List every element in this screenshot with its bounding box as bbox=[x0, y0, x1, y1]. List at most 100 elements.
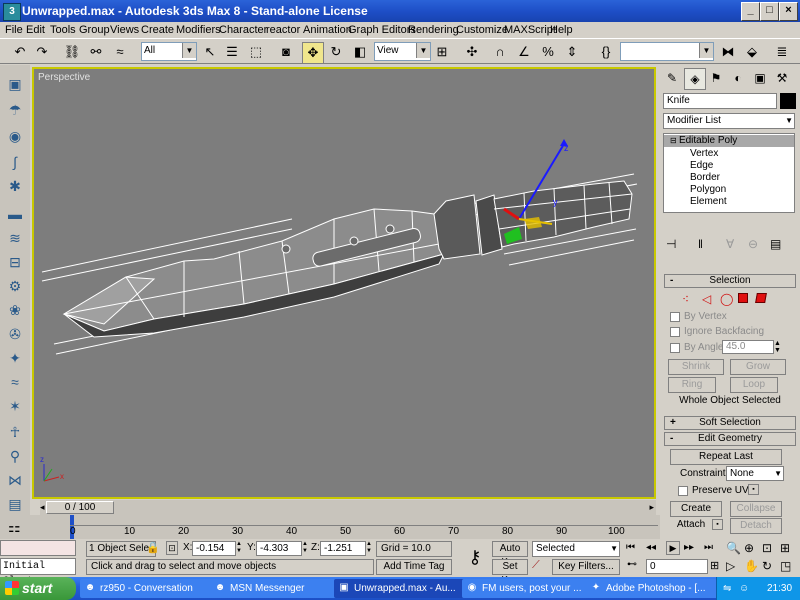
key-mode-toggle-icon[interactable]: ⊷ bbox=[627, 559, 641, 573]
point-to-point-icon[interactable]: ⋈ bbox=[4, 469, 26, 491]
hierarchy-tab-icon[interactable]: ⚑ bbox=[706, 68, 726, 88]
window-crossing-icon[interactable]: ◙ bbox=[276, 42, 296, 62]
stack-item-polygon[interactable]: Polygon bbox=[690, 184, 726, 195]
perspective-viewport[interactable]: Perspective z y z x bbox=[32, 67, 656, 499]
motor-icon[interactable]: ⚙ bbox=[4, 275, 26, 297]
soft-selection-rollout-header[interactable]: + Soft Selection bbox=[664, 416, 796, 430]
menu-maxscript[interactable]: MAXScript bbox=[504, 22, 556, 38]
wind-icon[interactable]: ❀ bbox=[4, 299, 26, 321]
polygon-mode-icon[interactable] bbox=[738, 293, 748, 303]
menu-create[interactable]: Create bbox=[141, 22, 174, 38]
set-key-button[interactable]: Set Key bbox=[492, 559, 528, 586]
pin-stack-icon[interactable]: ⊣ bbox=[666, 237, 676, 251]
selection-rollout-header[interactable]: - Selection bbox=[664, 274, 796, 288]
soft-body-icon[interactable]: ◉ bbox=[4, 125, 26, 147]
configure-sets-icon[interactable]: ▤ bbox=[770, 237, 781, 251]
current-frame-field[interactable]: 0 bbox=[646, 559, 708, 574]
angle-snap-icon[interactable]: ∠ bbox=[514, 42, 534, 62]
constraint-solver-icon[interactable]: ✶ bbox=[4, 395, 26, 417]
menu-character[interactable]: Character bbox=[219, 22, 267, 38]
go-to-end-icon[interactable]: ⏭ bbox=[704, 542, 713, 553]
minimize-button[interactable]: _ bbox=[741, 2, 760, 21]
by-vertex-checkbox[interactable] bbox=[670, 312, 680, 322]
menu-edit[interactable]: Edit bbox=[26, 22, 45, 38]
utilities-tab-icon[interactable]: ⚒ bbox=[772, 68, 792, 88]
preview-animation-icon[interactable]: ▤ bbox=[4, 493, 26, 515]
ragdoll-icon[interactable]: ☥ bbox=[4, 421, 26, 443]
by-angle-checkbox[interactable] bbox=[670, 343, 680, 353]
select-move-icon[interactable]: ✥ bbox=[302, 42, 324, 64]
stack-item-element[interactable]: Element bbox=[690, 196, 727, 207]
rectangular-selection-icon[interactable]: ⬚ bbox=[246, 42, 266, 62]
time-configuration-icon[interactable]: ⊞ bbox=[710, 559, 719, 572]
select-by-name-icon[interactable]: ☰ bbox=[222, 42, 242, 62]
align-icon[interactable]: ⬙ bbox=[742, 42, 762, 62]
maximize-button[interactable]: □ bbox=[760, 2, 779, 21]
attach-button[interactable]: Attach bbox=[670, 518, 712, 534]
cloth-icon[interactable]: ☂ bbox=[4, 99, 26, 121]
field-of-view-icon[interactable]: ▷ bbox=[726, 559, 735, 573]
rope-icon[interactable]: ∫ bbox=[4, 151, 26, 173]
taskbar-item-photoshop[interactable]: ✦ Adobe Photoshop - [... bbox=[586, 579, 732, 598]
menu-graph-editors[interactable]: Graph Editors bbox=[348, 22, 416, 38]
play-icon[interactable]: ▶ bbox=[666, 541, 680, 555]
key-icon[interactable]: ⚷ bbox=[462, 544, 488, 570]
attach-settings-icon[interactable]: ▪ bbox=[712, 519, 723, 530]
auto-key-button[interactable]: Auto Key bbox=[492, 541, 528, 568]
close-button[interactable]: × bbox=[779, 2, 798, 21]
zoom-extents-icon[interactable]: ⊡ bbox=[762, 541, 772, 555]
z-spinner-icon[interactable]: ▲ ▼ bbox=[366, 541, 372, 555]
fracture-icon[interactable]: ✦ bbox=[4, 347, 26, 369]
preserve-uvs-checkbox[interactable] bbox=[678, 486, 688, 496]
key-mode-dropdown[interactable]: Selected ▼ bbox=[532, 541, 620, 557]
menu-modifiers[interactable]: Modifiers bbox=[176, 22, 221, 38]
menu-rendering[interactable]: Rendering bbox=[408, 22, 459, 38]
stack-item-editable-poly[interactable]: ⊟ Editable Poly bbox=[664, 135, 794, 147]
object-color-swatch[interactable] bbox=[780, 93, 796, 109]
arc-rotate-icon[interactable]: ↻ bbox=[762, 559, 772, 573]
named-selection-sets-dropdown[interactable]: ▼ bbox=[620, 42, 714, 61]
edge-mode-icon[interactable]: ◁ bbox=[702, 292, 711, 306]
stack-item-border[interactable]: Border bbox=[690, 172, 720, 183]
time-slider[interactable]: 0 / 100 ◂ ▸ bbox=[40, 500, 656, 515]
snap-toggle-icon[interactable]: ∩ bbox=[490, 42, 510, 62]
border-mode-icon[interactable]: ◯ bbox=[720, 292, 733, 306]
previous-frame-icon[interactable]: ◂◂ bbox=[646, 542, 656, 553]
reference-coord-dropdown[interactable]: View ▼ bbox=[374, 42, 431, 61]
hinge-icon[interactable]: ⚲ bbox=[4, 445, 26, 467]
redo-icon[interactable]: ↷ bbox=[32, 42, 52, 62]
rigid-body-icon[interactable]: ▣ bbox=[4, 73, 26, 95]
menu-file[interactable]: File bbox=[5, 22, 23, 38]
next-frame-arrow-icon[interactable]: ▸ bbox=[649, 502, 654, 513]
start-button[interactable]: start bbox=[0, 577, 76, 600]
angle-spinner[interactable]: 45.0 bbox=[722, 340, 774, 354]
maxscript-listener-pink[interactable] bbox=[0, 540, 76, 556]
y-coordinate-field[interactable]: -4.303 bbox=[256, 541, 302, 556]
z-coordinate-field[interactable]: -1.251 bbox=[320, 541, 366, 556]
zoom-extents-all-icon[interactable]: ⊞ bbox=[780, 541, 790, 555]
object-name-field[interactable]: Knife bbox=[663, 93, 777, 109]
percent-snap-icon[interactable]: % bbox=[538, 42, 558, 62]
preserve-uvs-settings-icon[interactable]: ▪ bbox=[748, 484, 759, 495]
layer-manager-icon[interactable]: ≣ bbox=[772, 42, 792, 62]
time-slider-thumb[interactable]: 0 / 100 bbox=[46, 501, 114, 514]
menu-group[interactable]: Group bbox=[79, 22, 110, 38]
prev-frame-arrow-icon[interactable]: ◂ bbox=[40, 502, 45, 513]
go-to-start-icon[interactable]: ⏮ bbox=[626, 542, 635, 553]
spring-icon[interactable]: ≋ bbox=[4, 227, 26, 249]
lock-selection-icon[interactable]: 🔒 bbox=[146, 541, 160, 554]
modify-tab-icon[interactable]: ◈ bbox=[684, 68, 706, 90]
toy-car-icon[interactable]: ✇ bbox=[4, 323, 26, 345]
ignore-backfacing-checkbox[interactable] bbox=[670, 327, 680, 337]
select-scale-icon[interactable]: ◧ bbox=[350, 42, 370, 62]
create-button[interactable]: Create bbox=[670, 501, 722, 517]
tray-messenger-icon[interactable]: ☺ bbox=[739, 577, 749, 600]
select-object-icon[interactable]: ↖ bbox=[200, 42, 220, 62]
spinner-arrows-icon[interactable]: ▲ ▼ bbox=[774, 340, 782, 354]
menu-tools[interactable]: Tools bbox=[50, 22, 76, 38]
grow-button[interactable]: Grow bbox=[730, 359, 786, 375]
menu-customize[interactable]: Customize bbox=[456, 22, 508, 38]
taskbar-item-firefox[interactable]: ◉ FM users, post your ... bbox=[462, 579, 602, 598]
edit-geometry-rollout-header[interactable]: - Edit Geometry bbox=[664, 432, 796, 446]
x-coordinate-field[interactable]: -0.154 bbox=[192, 541, 236, 556]
